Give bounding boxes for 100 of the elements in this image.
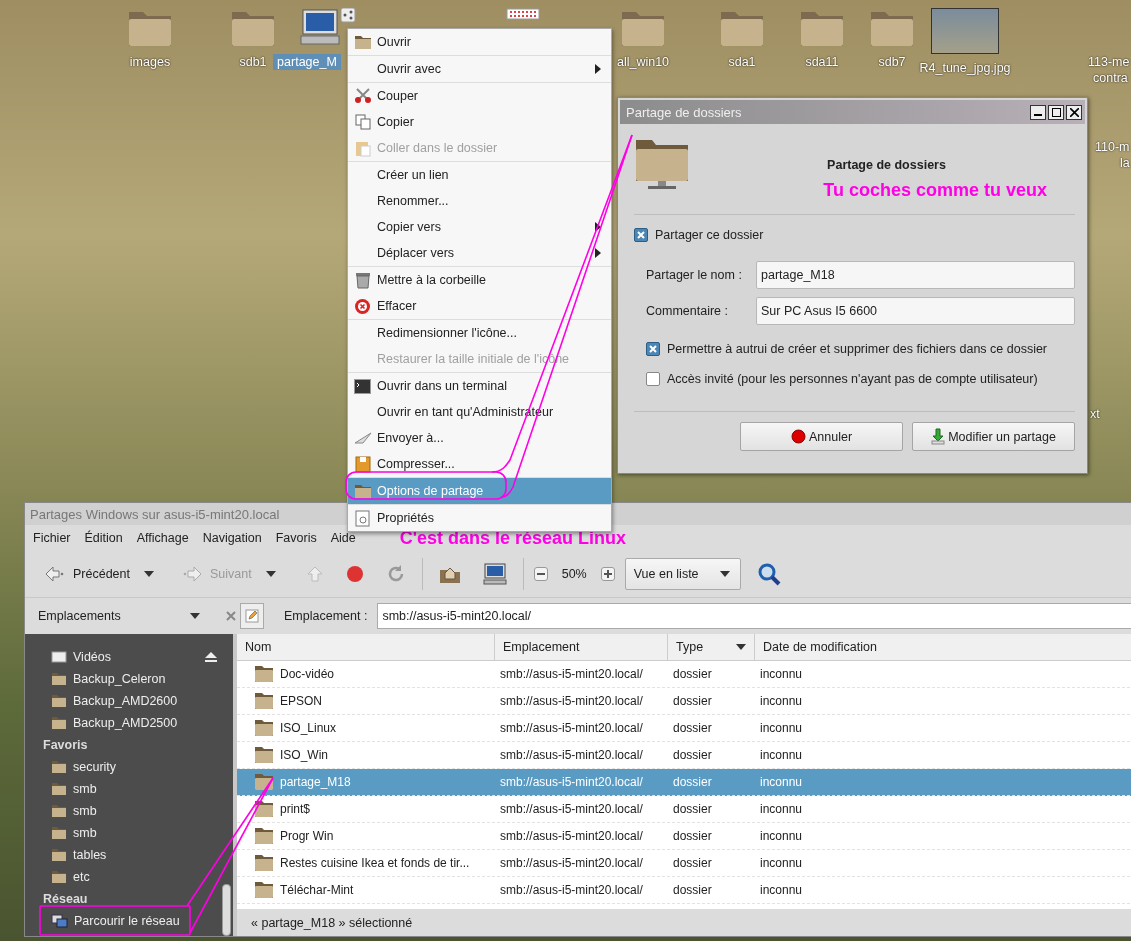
copy-icon bbox=[354, 114, 371, 130]
table-row[interactable]: Restes cuisine Ikea et fonds de tir... smb://asus-i5-mint20.local/ dossier inconnu bbox=[237, 850, 1131, 877]
column-header[interactable]: Nom bbox=[237, 634, 495, 660]
sidebar-item[interactable]: security bbox=[25, 756, 233, 778]
input-field[interactable]: Sur PC Asus I5 6600 bbox=[756, 297, 1075, 325]
sidebar-item[interactable]: Backup_Celeron bbox=[25, 668, 233, 690]
apply-button[interactable]: Modifier un partage bbox=[912, 422, 1075, 451]
clipboard-icon bbox=[354, 139, 371, 157]
zoom-in-button[interactable] bbox=[600, 567, 615, 581]
computer-icon[interactable] bbox=[297, 8, 357, 48]
menu-item[interactable]: Fichier bbox=[33, 531, 71, 545]
menu-item[interactable]: Couper bbox=[348, 83, 611, 109]
dropdown-arrow-icon[interactable] bbox=[265, 571, 276, 577]
sidebar-item[interactable]: Parcourir le réseau bbox=[25, 910, 233, 932]
status-text: « partage_M18 » sélectionné bbox=[251, 915, 413, 930]
checkbox[interactable] bbox=[634, 228, 648, 242]
menu-item[interactable]: Ouvrir dans un terminal bbox=[348, 373, 611, 399]
location-field[interactable]: smb://asus-i5-mint20.local/ bbox=[377, 603, 1131, 629]
folder-icon bbox=[254, 854, 274, 872]
column-header[interactable]: Type bbox=[668, 634, 755, 660]
table-row[interactable]: Progr Win smb://asus-i5-mint20.local/ dossier inconnu bbox=[237, 823, 1131, 850]
maximize-button[interactable] bbox=[1048, 104, 1064, 120]
dropdown-arrow-icon[interactable] bbox=[190, 613, 200, 619]
drive-icon bbox=[51, 651, 67, 663]
close-icon[interactable] bbox=[226, 611, 236, 621]
sidebar-item[interactable]: smb bbox=[25, 800, 233, 822]
checkbox-label: Partager ce dossier bbox=[655, 228, 764, 242]
menu-item[interactable]: Copier bbox=[348, 109, 611, 135]
table-row[interactable]: Doc-vidéo smb://asus-i5-mint20.local/ dossier inconnu bbox=[237, 661, 1131, 688]
sidebar-item[interactable]: Backup_AMD2600 bbox=[25, 690, 233, 712]
menu-item[interactable]: Envoyer à... bbox=[348, 425, 611, 451]
column-header[interactable]: Emplacement bbox=[495, 634, 668, 660]
menu-item[interactable]: Ouvrir avec bbox=[348, 56, 611, 82]
delete-icon bbox=[354, 297, 371, 315]
pencil-icon bbox=[245, 609, 259, 623]
desktop-icon-label: 113-me bbox=[1088, 55, 1130, 69]
menu-item[interactable]: Déplacer vers bbox=[348, 240, 611, 266]
view-dropdown[interactable]: Vue en liste bbox=[624, 558, 741, 590]
edit-location-button[interactable] bbox=[240, 603, 264, 629]
up-arrow-icon bbox=[305, 565, 324, 583]
minimize-button[interactable] bbox=[1030, 104, 1046, 120]
menu-item[interactable]: Navigation bbox=[202, 531, 262, 545]
sort-arrow-icon bbox=[736, 644, 746, 650]
input-field[interactable]: partage_M18 bbox=[756, 261, 1075, 289]
checkbox[interactable] bbox=[646, 372, 660, 386]
sidebar-item[interactable]: Vidéos bbox=[25, 646, 233, 668]
menu-item[interactable]: Affichage bbox=[136, 531, 189, 545]
checkbox[interactable] bbox=[646, 342, 660, 356]
folder-icon bbox=[254, 692, 274, 710]
desktop-icon-label: contra bbox=[1093, 71, 1128, 85]
menu-item[interactable]: Créer un lien bbox=[348, 162, 611, 188]
trash-icon bbox=[354, 271, 371, 289]
sidebar-title: Emplacements bbox=[38, 609, 122, 623]
plus-icon bbox=[603, 570, 612, 578]
window-title: Partages Windows sur asus-i5-mint20.local bbox=[30, 506, 280, 522]
eject-icon[interactable] bbox=[205, 652, 217, 662]
search-icon bbox=[756, 562, 781, 586]
minus-icon bbox=[536, 573, 545, 575]
menu-item[interactable]: Ouvrir bbox=[348, 29, 611, 55]
desktop-icon-label: xt bbox=[1090, 407, 1100, 421]
annotation-text: Tu coches comme tu veux bbox=[823, 180, 1047, 201]
folder-icon bbox=[51, 848, 67, 862]
folder-icon bbox=[254, 827, 274, 845]
menu-item[interactable]: Aide bbox=[330, 531, 356, 545]
zoom-out-button[interactable] bbox=[533, 567, 548, 581]
drive-icon[interactable] bbox=[506, 8, 540, 20]
sidebar-item[interactable]: smb bbox=[25, 822, 233, 844]
menu-item[interactable]: Compresser... bbox=[348, 451, 611, 477]
computer-icon bbox=[482, 563, 507, 585]
sidebar-item[interactable]: etc bbox=[25, 866, 233, 888]
table-row[interactable]: ISO_Linux smb://asus-i5-mint20.local/ dossier inconnu bbox=[237, 715, 1131, 742]
scissors-icon bbox=[353, 88, 372, 104]
column-header[interactable]: Date de modification bbox=[755, 634, 1131, 660]
folder-icon bbox=[51, 826, 67, 840]
table-row[interactable]: Téléchar-Mint smb://asus-i5-mint20.local/ dossier inconnu bbox=[237, 877, 1131, 904]
folder-icon bbox=[51, 804, 67, 818]
dropdown-arrow-icon[interactable] bbox=[144, 571, 154, 577]
download-icon bbox=[931, 428, 946, 445]
field-label: Partager le nom : bbox=[646, 268, 743, 282]
sidebar-item[interactable]: smb bbox=[25, 778, 233, 800]
dropdown-arrow-icon bbox=[719, 571, 730, 577]
field-label: Commentaire : bbox=[646, 304, 729, 318]
folder-icon bbox=[51, 716, 67, 730]
menu-item[interactable]: Effacer bbox=[348, 293, 611, 319]
sidebar-item[interactable]: Backup_AMD2500 bbox=[25, 712, 233, 734]
table-row[interactable]: EPSON smb://asus-i5-mint20.local/ dossier inconnu bbox=[237, 688, 1131, 715]
folder-icon bbox=[353, 34, 372, 50]
photo-placeholder[interactable] bbox=[931, 8, 999, 54]
menu-item[interactable]: Favoris bbox=[275, 531, 317, 545]
sidebar-item[interactable]: tables bbox=[25, 844, 233, 866]
back-button[interactable]: Précédent bbox=[41, 566, 134, 582]
menu-item[interactable]: Redimensionner l'icône... bbox=[348, 320, 611, 346]
table-row[interactable]: print$ smb://asus-i5-mint20.local/ dossier inconnu bbox=[237, 796, 1131, 823]
scrollbar-thumb[interactable] bbox=[222, 884, 231, 936]
menu-item[interactable]: Édition bbox=[84, 531, 123, 545]
menu-item[interactable]: Renommer... bbox=[348, 188, 611, 214]
menu-item[interactable]: Copier vers bbox=[348, 214, 611, 240]
menu-item[interactable]: Mettre à la corbeille bbox=[348, 267, 611, 293]
cancel-button[interactable]: Annuler bbox=[740, 422, 903, 451]
close-button[interactable] bbox=[1066, 104, 1082, 120]
